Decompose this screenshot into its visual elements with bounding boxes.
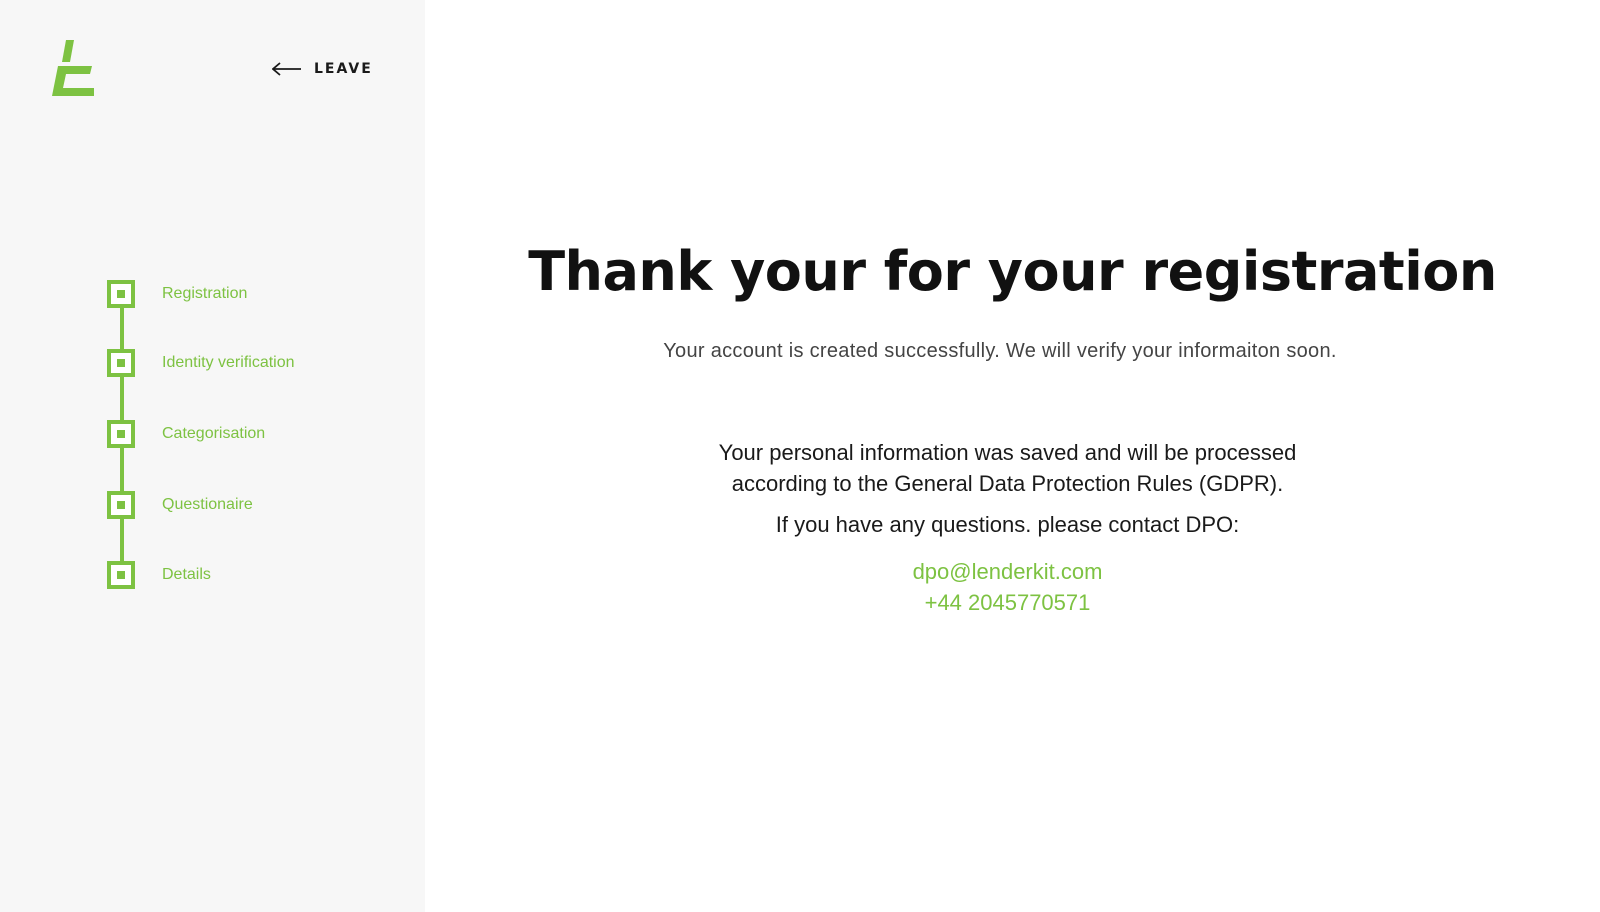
step-label: Identity verification bbox=[162, 354, 295, 371]
step-completed-icon bbox=[107, 420, 135, 448]
page: LEAVE Registration Identity verification… bbox=[0, 0, 1600, 912]
step-completed-icon bbox=[107, 561, 135, 589]
sidebar: LEAVE Registration Identity verification… bbox=[0, 0, 425, 912]
gdpr-notice-line: according to the General Data Protection… bbox=[731, 471, 1284, 496]
dpo-phone-link[interactable]: +44 2045770571 bbox=[425, 587, 1590, 618]
step-identity-verification[interactable]: Identity verification bbox=[107, 348, 295, 378]
gdpr-notice: Your personal information was saved and … bbox=[425, 437, 1590, 499]
dpo-contact: dpo@lenderkit.com +44 2045770571 bbox=[425, 556, 1590, 618]
step-label: Details bbox=[162, 566, 211, 583]
contact-prompt: If you have any questions. please contac… bbox=[775, 512, 1240, 537]
dpo-email-link[interactable]: dpo@lenderkit.com bbox=[425, 556, 1590, 587]
gdpr-notice-line: Your personal information was saved and … bbox=[718, 440, 1297, 465]
step-label: Categorisation bbox=[162, 425, 266, 442]
page-title: Thank your for your registration bbox=[528, 240, 1497, 303]
step-completed-icon bbox=[107, 280, 135, 308]
step-completed-icon bbox=[107, 349, 135, 377]
step-details[interactable]: Details bbox=[107, 560, 211, 590]
step-label: Registration bbox=[162, 285, 248, 302]
registration-stepper: Registration Identity verification Categ… bbox=[0, 0, 425, 912]
step-completed-icon bbox=[107, 491, 135, 519]
step-registration[interactable]: Registration bbox=[107, 279, 247, 309]
success-message: Your account is created successfully. We… bbox=[663, 340, 1337, 362]
step-categorisation[interactable]: Categorisation bbox=[107, 419, 265, 449]
step-questionaire[interactable]: Questionaire bbox=[107, 490, 253, 520]
step-label: Questionaire bbox=[162, 496, 253, 513]
main-content: Thank your for your registration Your ac… bbox=[425, 0, 1600, 912]
